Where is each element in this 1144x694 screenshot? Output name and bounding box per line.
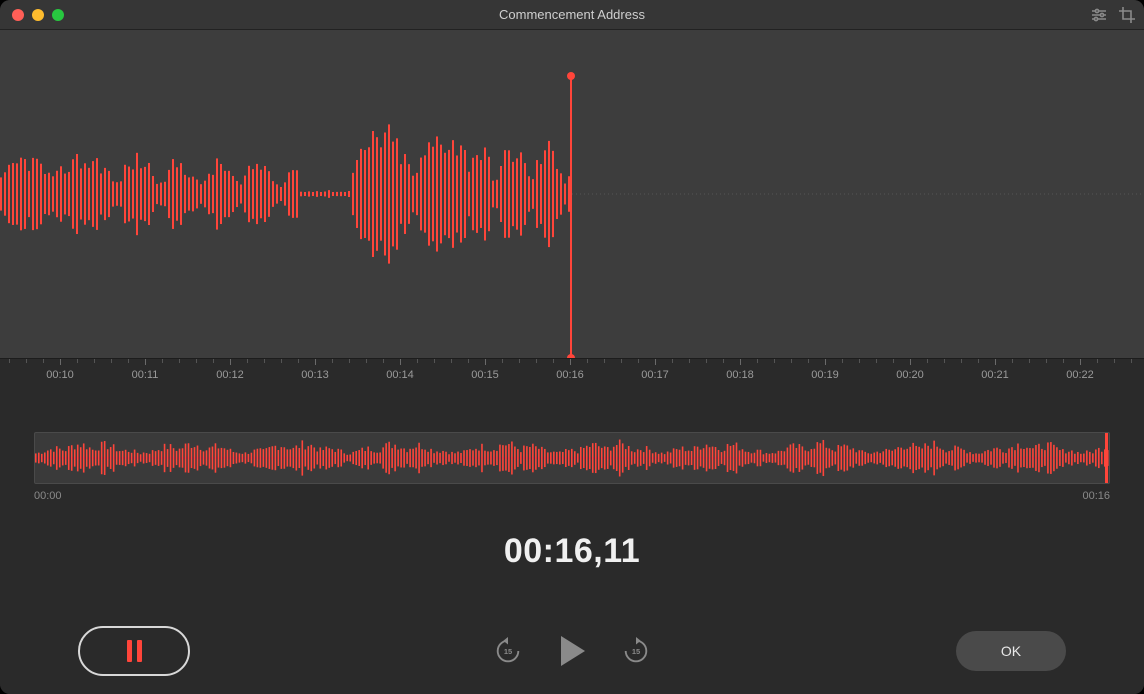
time-ruler[interactable]: 00:10 00:11 00:12 00:13 00:14 00:15 00:16 00:17… bbox=[0, 358, 1144, 398]
ruler-tick-label: 00:15 bbox=[471, 369, 499, 381]
ruler-tick-label: 00:14 bbox=[386, 369, 414, 381]
ruler-tick-label: 00:20 bbox=[896, 369, 924, 381]
transport-controls: 15 15 OK bbox=[34, 623, 1110, 679]
svg-text:15: 15 bbox=[632, 647, 640, 656]
ruler-tick-label: 00:12 bbox=[216, 369, 244, 381]
overview-start-label: 00:00 bbox=[34, 490, 62, 502]
ok-button[interactable]: OK bbox=[956, 631, 1066, 671]
window-controls bbox=[12, 9, 64, 21]
minimize-window-button[interactable] bbox=[32, 9, 44, 21]
close-window-button[interactable] bbox=[12, 9, 24, 21]
ruler-tick-label: 00:21 bbox=[981, 369, 1009, 381]
waveform-zoom-view[interactable] bbox=[0, 30, 1144, 358]
window-title: Commencement Address bbox=[0, 7, 1144, 22]
ruler-tick-label: 00:19 bbox=[811, 369, 839, 381]
ruler-tick-label: 00:10 bbox=[46, 369, 74, 381]
skip-forward-15-button[interactable]: 15 bbox=[621, 636, 651, 666]
overview-playhead[interactable] bbox=[1105, 432, 1108, 484]
timecode-display: 00:16,11 bbox=[34, 532, 1110, 571]
ruler-tick-label: 00:11 bbox=[132, 369, 159, 381]
ruler-tick-label: 00:17 bbox=[641, 369, 669, 381]
app-window: Commencement Address 00:1000:1100:1200:1… bbox=[0, 0, 1144, 694]
pause-icon bbox=[127, 640, 142, 662]
titlebar: Commencement Address bbox=[0, 0, 1144, 30]
waveform-overview[interactable] bbox=[34, 432, 1110, 484]
skip-back-15-button[interactable]: 15 bbox=[493, 636, 523, 666]
play-button[interactable] bbox=[557, 634, 587, 668]
ruler-tick-label: 00:13 bbox=[301, 369, 329, 381]
ruler-tick-label: 00:16 bbox=[556, 369, 584, 381]
playhead[interactable] bbox=[570, 76, 572, 358]
settings-icon[interactable] bbox=[1090, 6, 1108, 24]
ruler-tick-label: 00:18 bbox=[726, 369, 754, 381]
fullscreen-window-button[interactable] bbox=[52, 9, 64, 21]
crop-icon[interactable] bbox=[1118, 6, 1136, 24]
lower-panel: 00:00 00:16 00:16,11 15 bbox=[0, 398, 1144, 694]
ruler-tick-label: 00:22 bbox=[1066, 369, 1094, 381]
svg-text:15: 15 bbox=[504, 647, 512, 656]
pause-button[interactable] bbox=[78, 626, 190, 676]
overview-end-label: 00:16 bbox=[1082, 490, 1110, 502]
